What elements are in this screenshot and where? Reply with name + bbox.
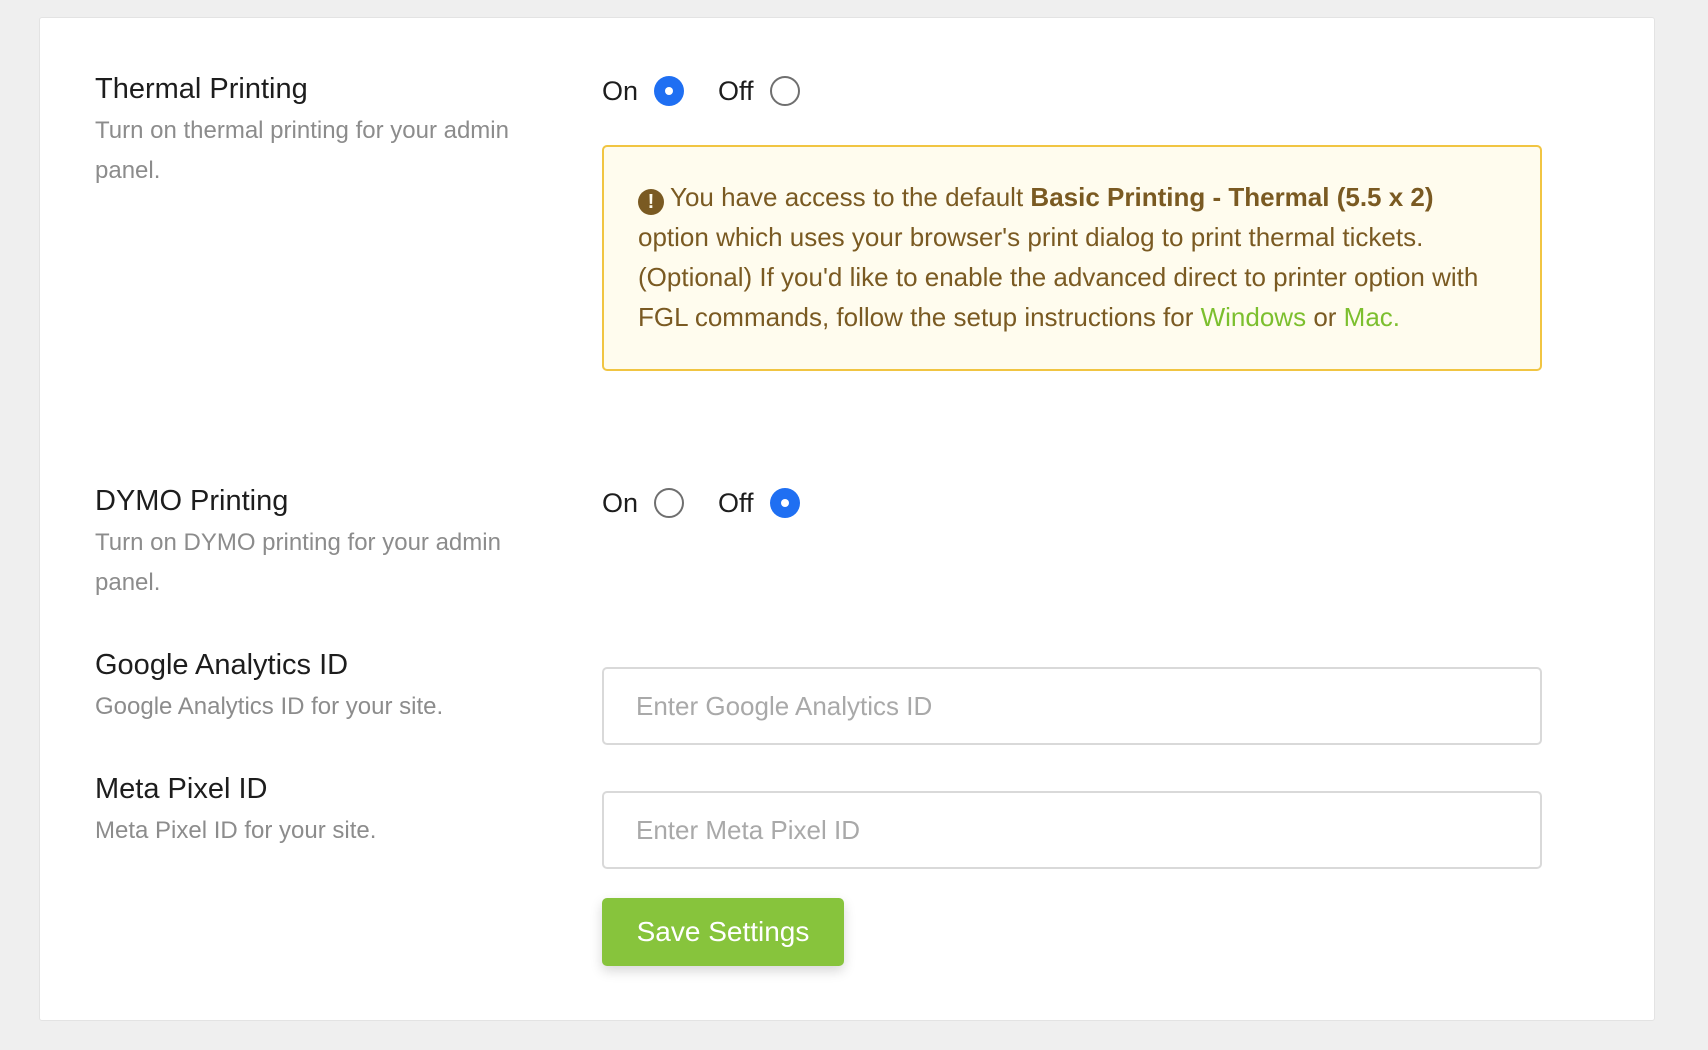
alert-text-before: You have access to the default: [670, 182, 1031, 212]
meta-pixel-controls: [602, 791, 1542, 869]
dymo-printing-controls: On Off: [602, 483, 1542, 523]
thermal-printing-controls: On Off ! You have access to the default B…: [602, 71, 1542, 371]
dymo-printing-title: DYMO Printing: [95, 485, 289, 517]
dymo-printing-description: Turn on DYMO printing for your admin pan…: [95, 529, 501, 596]
thermal-printing-label-group: Thermal Printing Turn on thermal printin…: [95, 71, 555, 191]
google-analytics-controls: [602, 667, 1542, 745]
google-analytics-input[interactable]: [602, 667, 1542, 745]
thermal-off-radio[interactable]: [769, 76, 800, 106]
thermal-printing-radio-group: On Off: [602, 71, 1542, 111]
google-analytics-label-group: Google Analytics ID Google Analytics ID …: [95, 647, 555, 727]
save-controls: Save Settings: [602, 898, 1542, 966]
dymo-off-radio[interactable]: [769, 488, 800, 518]
thermal-printing-alert: ! You have access to the default Basic Pr…: [602, 145, 1542, 371]
dymo-off-label[interactable]: Off: [718, 488, 754, 519]
thermal-printing-title: Thermal Printing: [95, 73, 308, 105]
mac-setup-link[interactable]: Mac.: [1344, 302, 1400, 332]
dymo-on-radio[interactable]: [654, 488, 685, 518]
meta-pixel-input[interactable]: [602, 791, 1542, 869]
exclamation-circle-icon: !: [638, 189, 664, 215]
dymo-printing-label-group: DYMO Printing Turn on DYMO printing for …: [95, 483, 555, 603]
dymo-on-label[interactable]: On: [602, 488, 638, 519]
dymo-printing-radio-group: On Off: [602, 483, 1542, 523]
meta-pixel-description: Meta Pixel ID for your site.: [95, 817, 377, 844]
google-analytics-description: Google Analytics ID for your site.: [95, 693, 444, 720]
alert-or-text: or: [1306, 302, 1344, 332]
thermal-on-label[interactable]: On: [602, 76, 638, 107]
settings-card: Thermal Printing Turn on thermal printin…: [39, 17, 1655, 1021]
thermal-on-radio[interactable]: [654, 76, 685, 106]
save-settings-button[interactable]: Save Settings: [602, 898, 844, 966]
meta-pixel-label-group: Meta Pixel ID Meta Pixel ID for your sit…: [95, 771, 555, 851]
meta-pixel-title: Meta Pixel ID: [95, 773, 268, 805]
alert-bold-text: Basic Printing - Thermal (5.5 x 2): [1030, 182, 1434, 212]
google-analytics-title: Google Analytics ID: [95, 649, 349, 681]
thermal-printing-description: Turn on thermal printing for your admin …: [95, 117, 509, 184]
thermal-off-label[interactable]: Off: [718, 76, 754, 107]
windows-setup-link[interactable]: Windows: [1201, 302, 1306, 332]
